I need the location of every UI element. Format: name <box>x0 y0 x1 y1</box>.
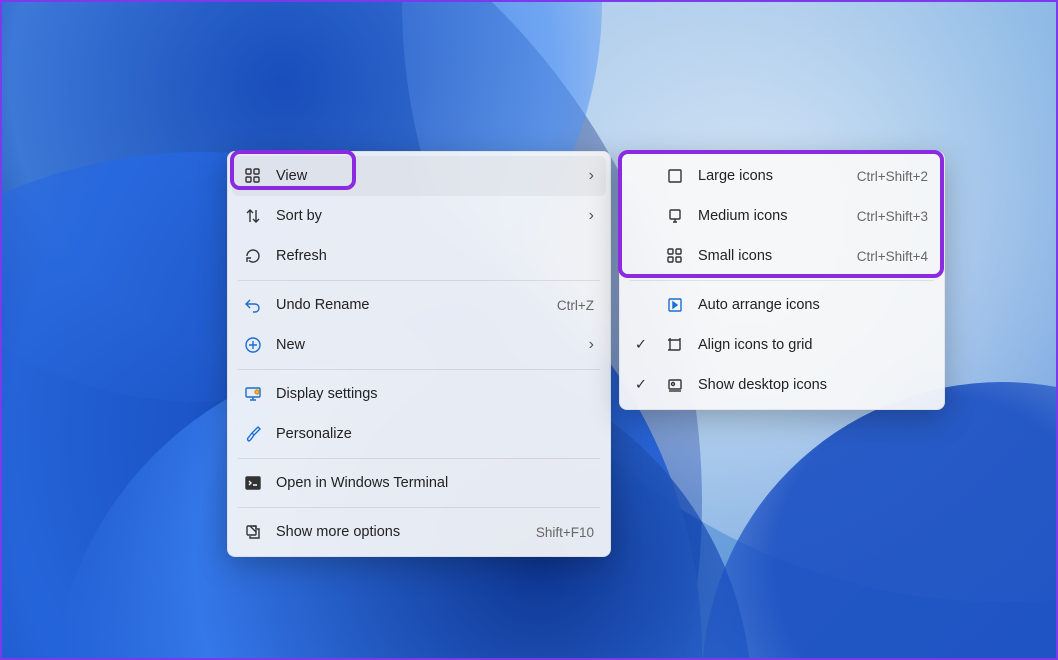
submenu-item-accel: Ctrl+Shift+2 <box>857 169 928 184</box>
show-desktop-icon <box>666 376 684 394</box>
submenu-item-large-icons[interactable]: Large icons Ctrl+Shift+2 <box>624 156 940 196</box>
submenu-item-accel: Ctrl+Shift+3 <box>857 209 928 224</box>
menu-item-display[interactable]: Display settings <box>232 374 606 414</box>
menu-separator <box>630 280 934 281</box>
submenu-item-label: Large icons <box>698 168 843 184</box>
medium-icons-icon <box>666 207 684 225</box>
menu-item-view[interactable]: View › <box>232 156 606 196</box>
brush-icon <box>244 425 262 443</box>
menu-item-label: View <box>276 168 566 184</box>
large-icons-icon <box>666 167 684 185</box>
menu-item-label: New <box>276 337 566 353</box>
submenu-item-label: Medium icons <box>698 208 843 224</box>
check-icon: ✓ <box>632 337 650 353</box>
menu-separator <box>238 280 600 281</box>
submenu-item-auto-arrange[interactable]: Auto arrange icons <box>624 285 940 325</box>
small-icons-icon <box>666 247 684 265</box>
view-submenu: Large icons Ctrl+Shift+2 Medium icons Ct… <box>619 151 945 410</box>
submenu-item-label: Small icons <box>698 248 843 264</box>
sort-arrows-icon <box>244 207 262 225</box>
view-grid-icon <box>244 167 262 185</box>
display-settings-icon <box>244 385 262 403</box>
chevron-right-icon: › <box>580 336 594 354</box>
menu-item-label: Refresh <box>276 248 594 264</box>
menu-item-terminal[interactable]: Open in Windows Terminal <box>232 463 606 503</box>
chevron-right-icon: › <box>580 167 594 185</box>
more-options-icon <box>244 523 262 541</box>
menu-item-label: Show more options <box>276 524 522 540</box>
menu-separator <box>238 507 600 508</box>
submenu-item-medium-icons[interactable]: Medium icons Ctrl+Shift+3 <box>624 196 940 236</box>
menu-item-label: Sort by <box>276 208 566 224</box>
desktop-context-menu: View › Sort by › Refresh Undo Rename Ctr… <box>227 151 611 557</box>
menu-item-undo[interactable]: Undo Rename Ctrl+Z <box>232 285 606 325</box>
align-grid-icon <box>666 336 684 354</box>
submenu-item-label: Show desktop icons <box>698 377 928 393</box>
submenu-item-align-grid[interactable]: ✓ Align icons to grid <box>624 325 940 365</box>
chevron-right-icon: › <box>580 207 594 225</box>
menu-separator <box>238 369 600 370</box>
menu-separator <box>238 458 600 459</box>
menu-item-accel: Ctrl+Z <box>557 298 594 313</box>
submenu-item-show-desktop[interactable]: ✓ Show desktop icons <box>624 365 940 405</box>
menu-item-more[interactable]: Show more options Shift+F10 <box>232 512 606 552</box>
submenu-item-accel: Ctrl+Shift+4 <box>857 249 928 264</box>
auto-arrange-icon <box>666 296 684 314</box>
menu-item-label: Display settings <box>276 386 594 402</box>
menu-item-label: Personalize <box>276 426 594 442</box>
undo-icon <box>244 296 262 314</box>
submenu-item-small-icons[interactable]: Small icons Ctrl+Shift+4 <box>624 236 940 276</box>
menu-item-new[interactable]: New › <box>232 325 606 365</box>
refresh-icon <box>244 247 262 265</box>
plus-circle-icon <box>244 336 262 354</box>
menu-item-label: Open in Windows Terminal <box>276 475 594 491</box>
menu-item-sortby[interactable]: Sort by › <box>232 196 606 236</box>
check-icon: ✓ <box>632 377 650 393</box>
menu-item-accel: Shift+F10 <box>536 525 594 540</box>
menu-item-personalize[interactable]: Personalize <box>232 414 606 454</box>
submenu-item-label: Align icons to grid <box>698 337 928 353</box>
menu-item-refresh[interactable]: Refresh <box>232 236 606 276</box>
menu-item-label: Undo Rename <box>276 297 543 313</box>
terminal-icon <box>244 474 262 492</box>
submenu-item-label: Auto arrange icons <box>698 297 928 313</box>
